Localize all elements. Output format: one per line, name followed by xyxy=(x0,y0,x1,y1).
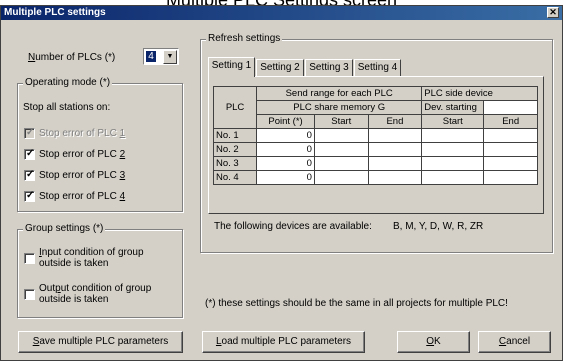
tab-setting-1[interactable]: Setting 1 xyxy=(208,57,255,77)
close-button[interactable]: ✕ xyxy=(547,7,559,18)
settings-note: (*) these settings should be the same in… xyxy=(205,298,508,309)
devices-list: B, M, Y, D, W, R, ZR xyxy=(393,221,484,232)
devices-available-label: The following devices are available: xyxy=(214,221,372,232)
output-condition-label: Output condition of group outside is take… xyxy=(39,283,152,305)
input-condition-checkbox[interactable] xyxy=(24,253,35,264)
operating-mode-title: Operating mode (*) xyxy=(23,77,113,88)
group-settings-title: Group settings (*) xyxy=(23,223,106,234)
output-condition-checkbox[interactable] xyxy=(24,289,35,300)
stop-error-plc2-checkbox[interactable]: ✓ xyxy=(24,148,35,160)
load-parameters-button[interactable]: Load multiple PLC parameters xyxy=(202,331,365,353)
dialog-window: Multiple PLC settings ✕ Number of PLCs (… xyxy=(0,5,563,361)
number-of-plcs-value: 4 xyxy=(146,51,156,62)
save-parameters-button[interactable]: Save multiple PLC parameters xyxy=(18,331,183,353)
tab-setting-4[interactable]: Setting 4 xyxy=(354,59,401,77)
ok-button[interactable]: OK xyxy=(397,331,470,353)
window-title: Multiple PLC settings xyxy=(4,7,106,18)
stop-error-plc1-checkbox: ✓ xyxy=(24,127,35,139)
stop-error-plc3-label: Stop error of PLC 3 xyxy=(39,170,126,181)
stop-error-plc4-checkbox[interactable]: ✓ xyxy=(24,190,35,202)
stop-all-stations-label: Stop all stations on: xyxy=(23,102,111,113)
cancel-button[interactable]: Cancel xyxy=(478,331,551,353)
stop-error-plc4-label: Stop error of PLC 4 xyxy=(39,191,126,202)
refresh-settings-title: Refresh settings xyxy=(206,33,283,44)
stop-error-plc2-label: Stop error of PLC 2 xyxy=(39,149,126,160)
chevron-down-icon[interactable]: ▼ xyxy=(163,50,177,64)
tab-setting-3[interactable]: Setting 3 xyxy=(305,59,353,77)
tab-panel xyxy=(208,76,544,214)
number-of-plcs-label: Number of PLCs (*) xyxy=(28,52,116,63)
number-of-plcs-select[interactable]: 4 ▼ xyxy=(143,48,179,65)
stop-error-plc1-label: Stop error of PLC 1 xyxy=(39,128,126,139)
input-condition-label: Input condition of group outside is taken xyxy=(39,247,144,269)
title-bar: Multiple PLC settings ✕ xyxy=(1,6,562,20)
tab-setting-2[interactable]: Setting 2 xyxy=(256,59,304,77)
stop-error-plc3-checkbox[interactable]: ✓ xyxy=(24,169,35,181)
